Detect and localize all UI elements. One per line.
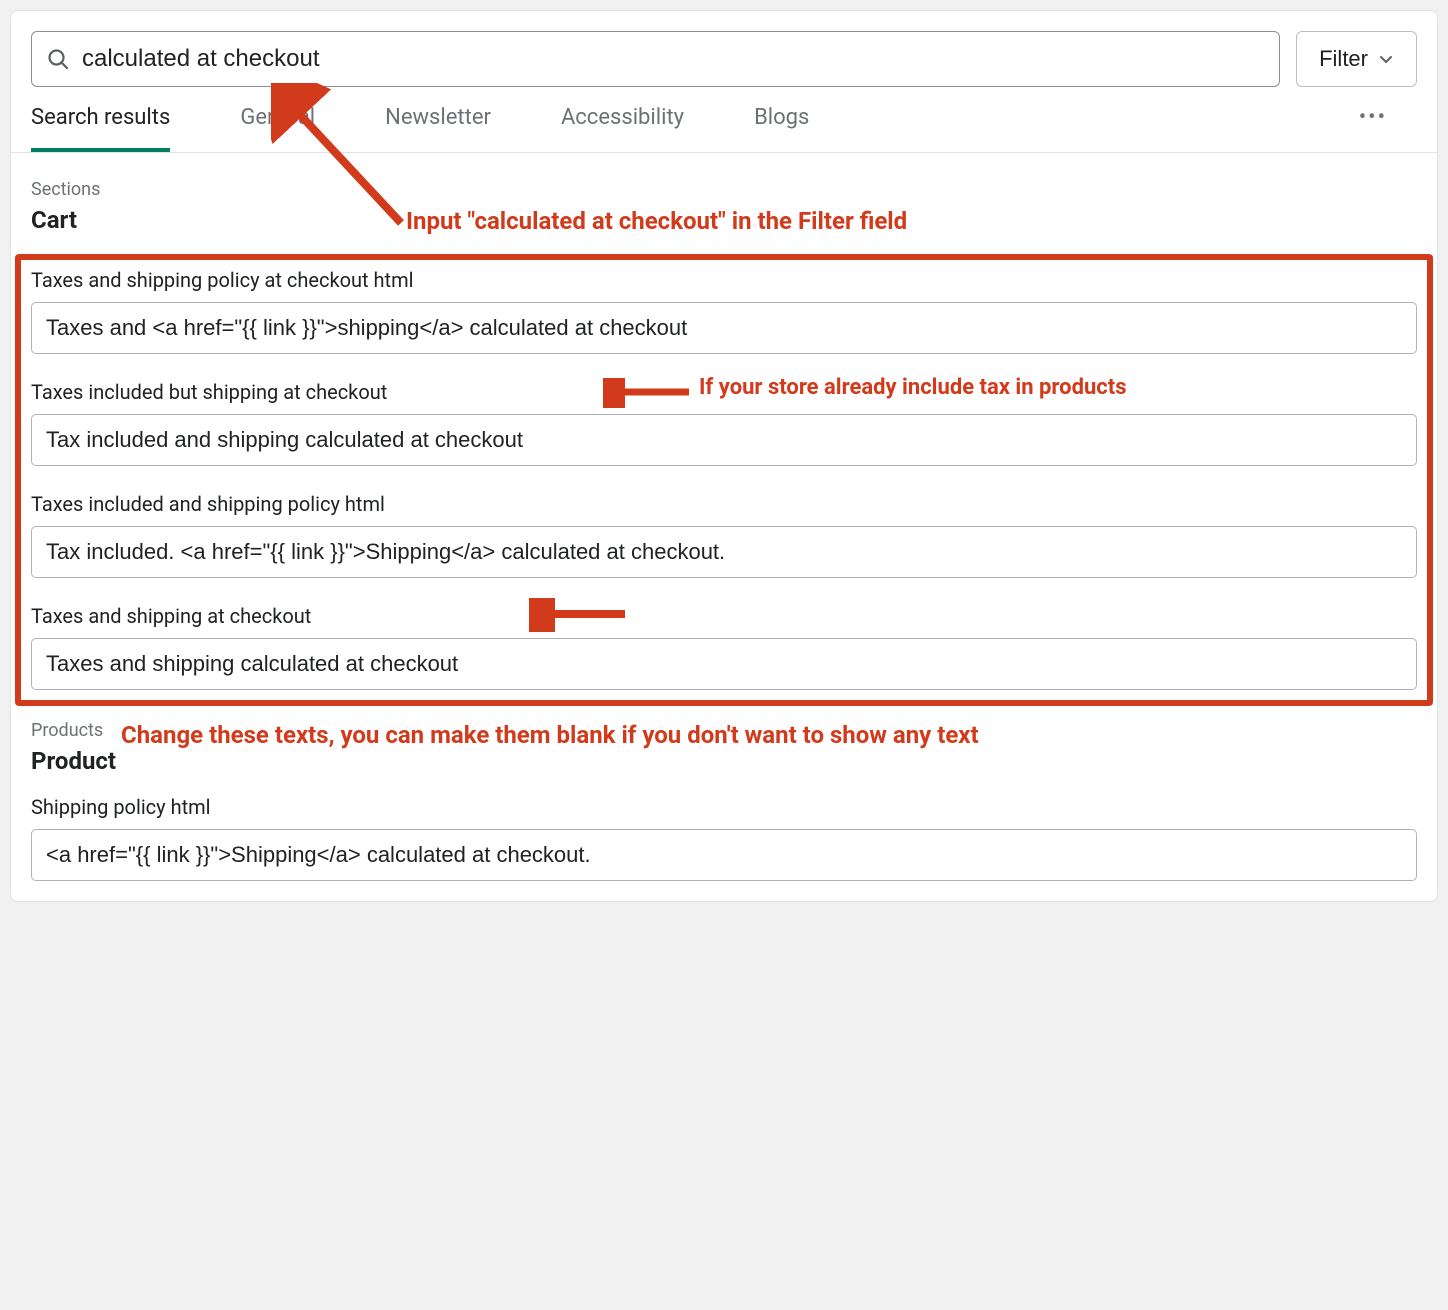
- annotation-arrow-bottom-label: [529, 598, 629, 632]
- field-taxes-shipping-policy-html: Taxes and shipping policy at checkout ht…: [31, 268, 1417, 354]
- filter-button-label: Filter: [1319, 46, 1368, 72]
- field-input[interactable]: [31, 526, 1417, 578]
- tab-newsletter[interactable]: Newsletter: [385, 105, 491, 152]
- field-taxes-included-shipping-checkout: Taxes included but shipping at checkout …: [31, 380, 1417, 466]
- content-area: Sections Cart Taxes and shipping policy …: [11, 153, 1437, 901]
- field-input[interactable]: [31, 829, 1417, 881]
- tabs-overflow[interactable]: •••: [1359, 105, 1417, 152]
- field-label: Shipping policy html: [31, 795, 211, 819]
- tab-search-results[interactable]: Search results: [31, 105, 170, 152]
- annotation-arrow-tax: [603, 378, 693, 408]
- field-shipping-policy-html: Shipping policy html: [31, 795, 1417, 881]
- field-input[interactable]: [31, 414, 1417, 466]
- field-input[interactable]: [31, 638, 1417, 690]
- field-label: Taxes included but shipping at checkout: [31, 380, 387, 404]
- field-label: Taxes and shipping at checkout: [31, 604, 311, 628]
- filter-button[interactable]: Filter: [1296, 31, 1417, 87]
- annotation-tax-note: If your store already include tax in pro…: [699, 374, 1127, 402]
- tab-blogs[interactable]: Blogs: [754, 105, 809, 152]
- field-input[interactable]: [31, 302, 1417, 354]
- section-eyebrow-cart: Sections: [31, 179, 1417, 200]
- section-title-cart: Cart: [31, 206, 1417, 234]
- toolbar: Filter: [11, 11, 1437, 87]
- section-title-product: Product: [31, 747, 1417, 775]
- search-icon: [46, 47, 70, 71]
- tab-general[interactable]: General: [240, 105, 315, 152]
- field-taxes-shipping-checkout: Taxes and shipping at checkout: [31, 604, 1417, 690]
- field-taxes-included-shipping-policy-html: Taxes included and shipping policy html: [31, 492, 1417, 578]
- section-eyebrow-products: Products: [31, 720, 1417, 741]
- search-field-wrap[interactable]: [31, 31, 1280, 87]
- tabs-row: Search results General Newsletter Access…: [11, 87, 1437, 153]
- settings-card: Filter Search results General Newsletter…: [10, 10, 1438, 902]
- tab-accessibility[interactable]: Accessibility: [561, 105, 684, 152]
- cart-fields-group: Taxes and shipping policy at checkout ht…: [21, 254, 1427, 710]
- field-label: Taxes and shipping policy at checkout ht…: [31, 268, 413, 292]
- chevron-down-icon: [1378, 51, 1394, 67]
- search-input[interactable]: [82, 45, 1265, 73]
- field-label: Taxes included and shipping policy html: [31, 492, 385, 516]
